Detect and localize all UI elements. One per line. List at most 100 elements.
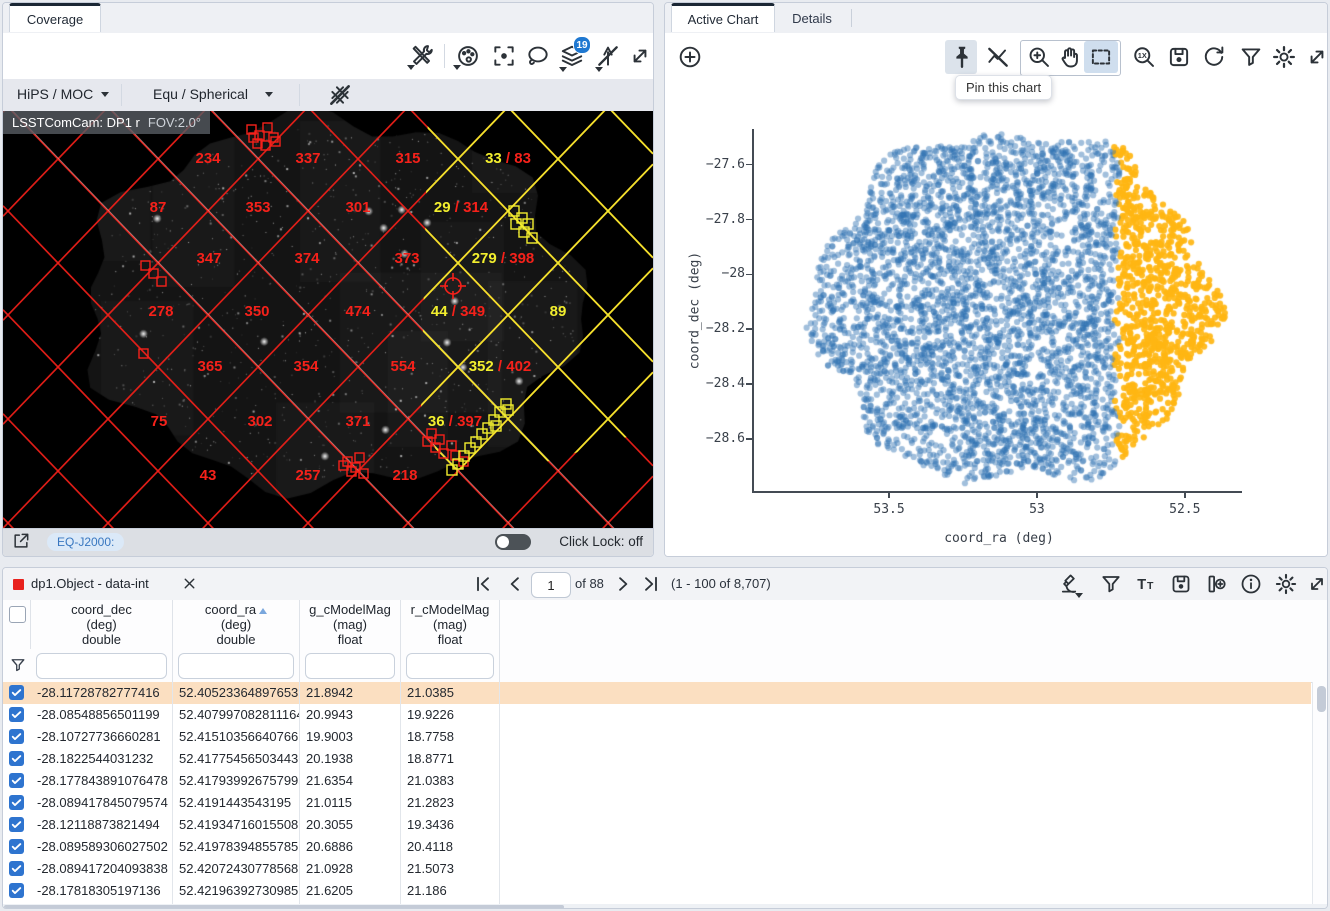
table-row[interactable]: -28.08958930602750252.4197839485578520.6… bbox=[3, 836, 1311, 859]
x-tick bbox=[1184, 492, 1186, 498]
filter-icon[interactable] bbox=[9, 656, 27, 674]
restore-chart-icon[interactable] bbox=[1201, 44, 1227, 70]
hips-moc-dropdown[interactable]: HiPS / MOC bbox=[17, 86, 93, 102]
expand-icon[interactable] bbox=[627, 43, 653, 69]
column-header-coord_ra[interactable]: coord_ra(deg)double bbox=[173, 600, 300, 649]
page-last-icon[interactable] bbox=[641, 574, 661, 594]
table-row[interactable]: -28.1781830519713652.4219639273098521.62… bbox=[3, 880, 1311, 903]
row-checkbox[interactable] bbox=[9, 817, 24, 832]
cell-coord_dec: -28.089417204093838 bbox=[31, 858, 173, 880]
click-lock-toggle[interactable] bbox=[495, 534, 531, 550]
scatter-plot[interactable] bbox=[753, 129, 1241, 491]
pin-chart-icon[interactable] bbox=[949, 44, 975, 70]
column-header-r_cModelMag[interactable]: r_cModelMag(mag)float bbox=[401, 600, 500, 649]
text-options-icon[interactable]: TT bbox=[1134, 572, 1158, 596]
table-settings-icon[interactable] bbox=[1274, 572, 1298, 596]
table-info-icon[interactable] bbox=[1239, 572, 1263, 596]
table-row[interactable]: -28.182254403123252.41775456503443620.19… bbox=[3, 748, 1311, 771]
filter-input-g_cModelMag[interactable] bbox=[305, 653, 395, 679]
cell-coord_ra: 52.42196392730985 bbox=[173, 880, 300, 902]
page-number-input[interactable] bbox=[531, 572, 571, 598]
page-count-label: of 88 bbox=[575, 576, 604, 591]
open-external-icon[interactable] bbox=[11, 531, 31, 551]
pan-icon[interactable] bbox=[1057, 44, 1083, 70]
north-off-icon[interactable] bbox=[595, 43, 621, 69]
coverage-mode-bar: HiPS / MOC Equ / Spherical bbox=[3, 79, 653, 112]
expand-chart-icon[interactable] bbox=[1304, 44, 1328, 70]
page-prev-icon[interactable] bbox=[505, 574, 525, 594]
page-first-icon[interactable] bbox=[473, 574, 493, 594]
tab-details[interactable]: Details bbox=[777, 3, 847, 33]
recenter-icon[interactable] bbox=[491, 43, 517, 69]
column-header-g_cModelMag[interactable]: g_cModelMag(mag)float bbox=[300, 600, 401, 649]
filter-input-coord_dec[interactable] bbox=[36, 653, 167, 679]
grid-off-icon[interactable] bbox=[327, 82, 353, 108]
column-header-coord_dec[interactable]: coord_dec(deg)double bbox=[31, 600, 173, 649]
row-checkbox[interactable] bbox=[9, 839, 24, 854]
tab-coverage[interactable]: Coverage bbox=[9, 3, 101, 32]
filter-chart-icon[interactable] bbox=[1238, 44, 1264, 70]
row-checkbox[interactable] bbox=[9, 729, 24, 744]
coverage-sky-view[interactable]: 23433731533 / 838735330129 / 31434737437… bbox=[3, 111, 653, 529]
save-chart-icon[interactable] bbox=[1166, 44, 1192, 70]
zoom-original-icon[interactable]: 1X bbox=[1131, 44, 1157, 70]
row-checkbox[interactable] bbox=[9, 707, 24, 722]
cell-coord_ra: 52.41934716015508 bbox=[173, 814, 300, 836]
filter-input-coord_ra[interactable] bbox=[178, 653, 294, 679]
cell-r_cModelMag: 21.186 bbox=[401, 880, 500, 902]
select-region-icon[interactable] bbox=[1088, 44, 1114, 70]
tile-count-label: 474 bbox=[345, 303, 371, 320]
row-checkbox[interactable] bbox=[9, 883, 24, 898]
table-row[interactable]: -28.1172878277741652.4052336489765321.89… bbox=[3, 682, 1311, 705]
table-row[interactable]: -28.1072773666028152.4151035664076619.90… bbox=[3, 726, 1311, 749]
y-tick bbox=[746, 274, 752, 276]
select-all-checkbox[interactable] bbox=[9, 606, 26, 623]
table-row[interactable]: -28.08941784507957452.419144354319521.01… bbox=[3, 792, 1311, 815]
cell-coord_dec: -28.177843891076478 bbox=[31, 770, 173, 792]
filter-input-r_cModelMag[interactable] bbox=[406, 653, 494, 679]
chart-settings-icon[interactable] bbox=[1271, 44, 1297, 70]
chart-plot-area[interactable]: 53.55352.5−27.6−27.8−28−28.2−28.4−28.6 c… bbox=[665, 81, 1327, 556]
vertical-scrollbar-thumb[interactable] bbox=[1317, 686, 1326, 712]
y-tick bbox=[746, 438, 752, 440]
row-range-label: (1 - 100 of 8,707) bbox=[671, 576, 771, 591]
close-icon[interactable] bbox=[181, 575, 198, 592]
chevron-down-icon bbox=[265, 92, 273, 97]
tile-count-label: 257 bbox=[295, 467, 320, 484]
zoom-in-icon[interactable] bbox=[1026, 44, 1052, 70]
vertical-scrollbar[interactable] bbox=[1312, 682, 1328, 904]
table-row[interactable]: -28.08941720409383852.4207243077856821.0… bbox=[3, 858, 1311, 881]
table-body[interactable]: -28.1172878277741652.4052336489765321.89… bbox=[3, 682, 1311, 904]
save-table-icon[interactable] bbox=[1169, 572, 1193, 596]
add-chart-icon[interactable] bbox=[677, 44, 703, 70]
row-checkbox[interactable] bbox=[9, 795, 24, 810]
tile-count-label: 337 bbox=[295, 150, 320, 167]
row-checkbox[interactable] bbox=[9, 773, 24, 788]
table-row[interactable]: -28.1211887382149452.4193471601550820.30… bbox=[3, 814, 1311, 837]
table-row[interactable]: -28.17784389107647852.41793992675799521.… bbox=[3, 770, 1311, 793]
row-checkbox[interactable] bbox=[9, 685, 24, 700]
filter-icon[interactable] bbox=[1099, 572, 1123, 596]
add-column-icon[interactable] bbox=[1204, 572, 1228, 596]
tile-count-label: 354 bbox=[293, 358, 319, 375]
row-checkbox[interactable] bbox=[9, 751, 24, 766]
table-row[interactable]: -28.0854885650119952.40799708281116420.9… bbox=[3, 704, 1311, 727]
row-checkbox[interactable] bbox=[9, 861, 24, 876]
y-tick bbox=[746, 328, 752, 330]
table-title: dp1.Object - data-int bbox=[31, 576, 149, 591]
divider bbox=[444, 44, 445, 68]
page-next-icon[interactable] bbox=[613, 574, 633, 594]
tab-active-chart[interactable]: Active Chart bbox=[671, 3, 775, 32]
expand-table-icon[interactable] bbox=[1305, 572, 1328, 596]
projection-dropdown[interactable]: Equ / Spherical bbox=[153, 86, 248, 102]
chevron-down-icon bbox=[453, 65, 461, 70]
instrument-label: LSSTComCam: DP1 r bbox=[12, 115, 140, 130]
filters-off-icon[interactable] bbox=[985, 44, 1011, 70]
layers-count-badge: 19 bbox=[573, 36, 591, 54]
lasso-icon[interactable] bbox=[525, 43, 551, 69]
x-tick-label: 52.5 bbox=[1160, 502, 1210, 517]
horizontal-scrollbar[interactable] bbox=[3, 904, 1328, 909]
tile-count-label: 75 bbox=[151, 413, 168, 430]
cell-r_cModelMag: 21.0385 bbox=[401, 682, 500, 704]
horizontal-scrollbar-thumb[interactable] bbox=[4, 905, 564, 909]
